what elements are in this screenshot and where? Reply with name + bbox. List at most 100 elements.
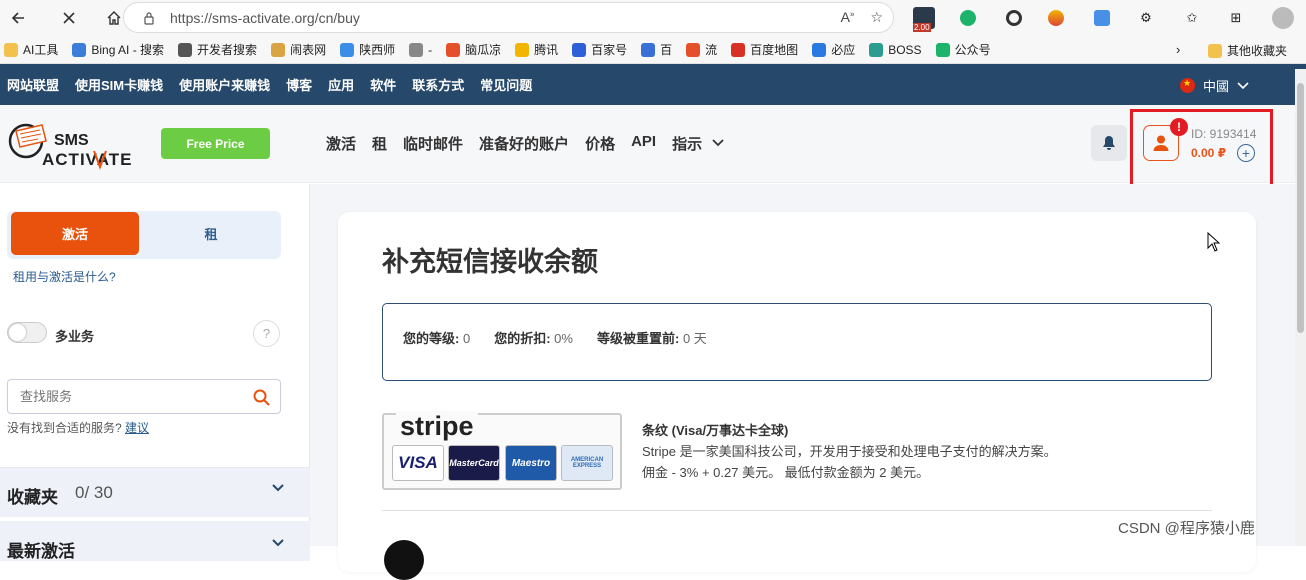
bookmark-label: AI工具 xyxy=(23,43,59,57)
topbar-link[interactable]: 软件 xyxy=(370,75,396,94)
tab-rent[interactable]: 租 xyxy=(161,212,261,255)
chevron-right-icon[interactable]: › xyxy=(1176,42,1180,57)
collections-icon[interactable]: ⊞ xyxy=(1226,6,1246,30)
tab-activate[interactable]: 激活 xyxy=(11,212,139,255)
suggest-link[interactable]: 建议 xyxy=(125,421,149,435)
favorites-section[interactable]: 收藏夹 0/ 30 xyxy=(0,467,310,517)
bookmark-item[interactable]: 流 xyxy=(686,41,717,58)
lock-icon xyxy=(144,11,154,25)
bookmark-label: Bing AI - 搜索 xyxy=(91,43,165,57)
discount-value: 0% xyxy=(554,331,573,346)
puzzle-icon[interactable]: ⚙ xyxy=(1136,6,1156,30)
bookmark-item[interactable]: Bing AI - 搜索 xyxy=(72,41,164,58)
free-price-button[interactable]: Free Price xyxy=(161,128,270,159)
recent-title: 最新激活 xyxy=(7,542,75,561)
bookmark-label: 腾讯 xyxy=(534,43,559,57)
bookmark-label: 流 xyxy=(705,43,718,57)
bookmark-item[interactable]: 开发者搜索 xyxy=(178,41,257,58)
mastercard-icon: MasterCard xyxy=(448,445,500,481)
bookmark-item[interactable]: 陕西师 xyxy=(340,41,395,58)
bookmark-favicon-icon xyxy=(935,42,950,57)
favorite-add-icon[interactable]: ☆ xyxy=(870,9,883,26)
page-scrollbar[interactable] xyxy=(1295,69,1306,546)
topbar-link[interactable]: 博客 xyxy=(286,75,312,94)
bookmark-favicon-icon xyxy=(271,42,286,57)
what-is-rent-link[interactable]: 租用与激活是什么? xyxy=(13,268,116,285)
bookmark-label: 百家号 xyxy=(591,43,628,57)
address-bar[interactable]: https://sms-activate.org/cn/buy A» ☆ xyxy=(123,2,894,33)
language-label: 中國 xyxy=(1203,79,1230,94)
topbar-link[interactable]: 应用 xyxy=(328,75,354,94)
extension-color-icon[interactable] xyxy=(1046,6,1066,30)
bookmark-favicon-icon xyxy=(72,42,87,57)
bookmark-item[interactable]: 公众号 xyxy=(935,41,991,58)
nav-item[interactable]: 激活 xyxy=(326,133,356,154)
bookmark-item[interactable]: BOSS xyxy=(869,42,922,57)
chevron-down-icon[interactable] xyxy=(712,139,724,147)
bookmarks-bar: AI工具 Bing AI - 搜索 开发者搜索 闹表网 陕西师 - 脑瓜凉 腾讯 百家号 百 流 百度… xyxy=(0,36,1306,64)
favorites-icon[interactable]: ✩ xyxy=(1182,6,1202,30)
bookmark-other-folder[interactable]: 其他收藏夹 xyxy=(1208,42,1287,59)
browser-toolbar: https://sms-activate.org/cn/buy A» ☆ 2.0… xyxy=(0,0,1306,36)
profile-icon[interactable] xyxy=(1272,6,1294,30)
bookmark-favicon-icon xyxy=(731,42,746,57)
user-icon xyxy=(1153,135,1169,151)
topbar-link[interactable]: 使用SIM卡赚钱 xyxy=(75,75,163,94)
watermark: CSDN @程序猿小鹿 xyxy=(1118,520,1255,537)
multi-service-switch[interactable] xyxy=(7,322,47,343)
topbar-link[interactable]: 网站联盟 xyxy=(7,75,59,94)
bookmark-item[interactable]: 脑瓜凉 xyxy=(446,41,501,58)
notifications-button[interactable] xyxy=(1091,125,1127,161)
recent-activations-section[interactable]: 最新激活 xyxy=(0,521,310,561)
extension-green-icon[interactable] xyxy=(958,6,978,30)
stop-icon[interactable] xyxy=(51,0,87,36)
extension-dark-icon[interactable] xyxy=(1004,6,1024,30)
bookmark-label: 闹表网 xyxy=(290,43,327,57)
bookmark-item[interactable]: 闹表网 xyxy=(271,41,326,58)
visa-card-icon: VISA xyxy=(392,445,444,481)
activate-rent-toggle: 激活 租 xyxy=(7,211,281,259)
language-selector[interactable]: 中國 xyxy=(1180,76,1249,95)
bookmark-favicon-icon xyxy=(409,42,424,57)
stripe-payment-option[interactable]: stripe VISA MasterCard Maestro AMERICAN … xyxy=(382,411,622,490)
not-found-hint: 没有找到合适的服务? 建议 xyxy=(7,421,150,435)
bookmark-item[interactable]: 必应 xyxy=(812,41,855,58)
nav-item[interactable]: 租 xyxy=(372,133,387,154)
bookmark-label: 陕西师 xyxy=(359,43,396,57)
user-id: ID: 9193414 xyxy=(1191,127,1257,141)
topbar-link[interactable]: 常见问题 xyxy=(480,75,532,94)
url-text[interactable]: https://sms-activate.org/cn/buy xyxy=(170,10,360,26)
nav-item[interactable]: 准备好的账户 xyxy=(479,133,569,154)
add-balance-button[interactable]: + xyxy=(1237,144,1255,162)
search-icon[interactable] xyxy=(253,389,270,406)
nav-item[interactable]: API xyxy=(631,133,656,154)
scrollbar-thumb[interactable] xyxy=(1297,83,1304,333)
bookmark-item[interactable]: 百家号 xyxy=(572,41,627,58)
bookmark-favicon-icon xyxy=(641,42,656,57)
site-header: SMS ACTIVATE Free Price 激活租临时邮件 准备好的账户 价格 A… xyxy=(0,105,1306,190)
bookmark-label: 必应 xyxy=(831,43,856,57)
bookmark-item[interactable]: 百度地图 xyxy=(731,41,798,58)
bookmark-item[interactable]: 百 xyxy=(641,41,672,58)
read-aloud-icon[interactable]: A» xyxy=(841,9,855,26)
topbar-link[interactable]: 使用账户来赚钱 xyxy=(179,75,270,94)
bookmark-item[interactable]: - xyxy=(409,42,432,57)
help-button[interactable]: ? xyxy=(253,320,280,347)
chevron-down-icon xyxy=(272,484,284,492)
topbar-link[interactable]: 联系方式 xyxy=(412,75,464,94)
back-icon[interactable] xyxy=(0,0,36,36)
download-icon[interactable] xyxy=(1092,6,1112,30)
next-payment-logo[interactable] xyxy=(384,540,424,580)
sms-activate-logo[interactable]: SMS ACTIVATE xyxy=(6,117,136,173)
divider xyxy=(382,510,1212,511)
service-search-input[interactable] xyxy=(8,380,238,413)
svg-text:SMS: SMS xyxy=(54,132,89,149)
nav-item[interactable]: 价格 xyxy=(585,133,615,154)
nav-item[interactable]: 指示 xyxy=(672,133,702,154)
alert-badge: ! xyxy=(1170,118,1188,136)
mouse-cursor-icon xyxy=(1207,232,1221,252)
extension-badge-icon[interactable]: 2.00 xyxy=(912,6,936,32)
nav-item[interactable]: 临时邮件 xyxy=(403,133,463,154)
bookmark-item[interactable]: AI工具 xyxy=(4,41,58,58)
bookmark-item[interactable]: 腾讯 xyxy=(515,41,558,58)
